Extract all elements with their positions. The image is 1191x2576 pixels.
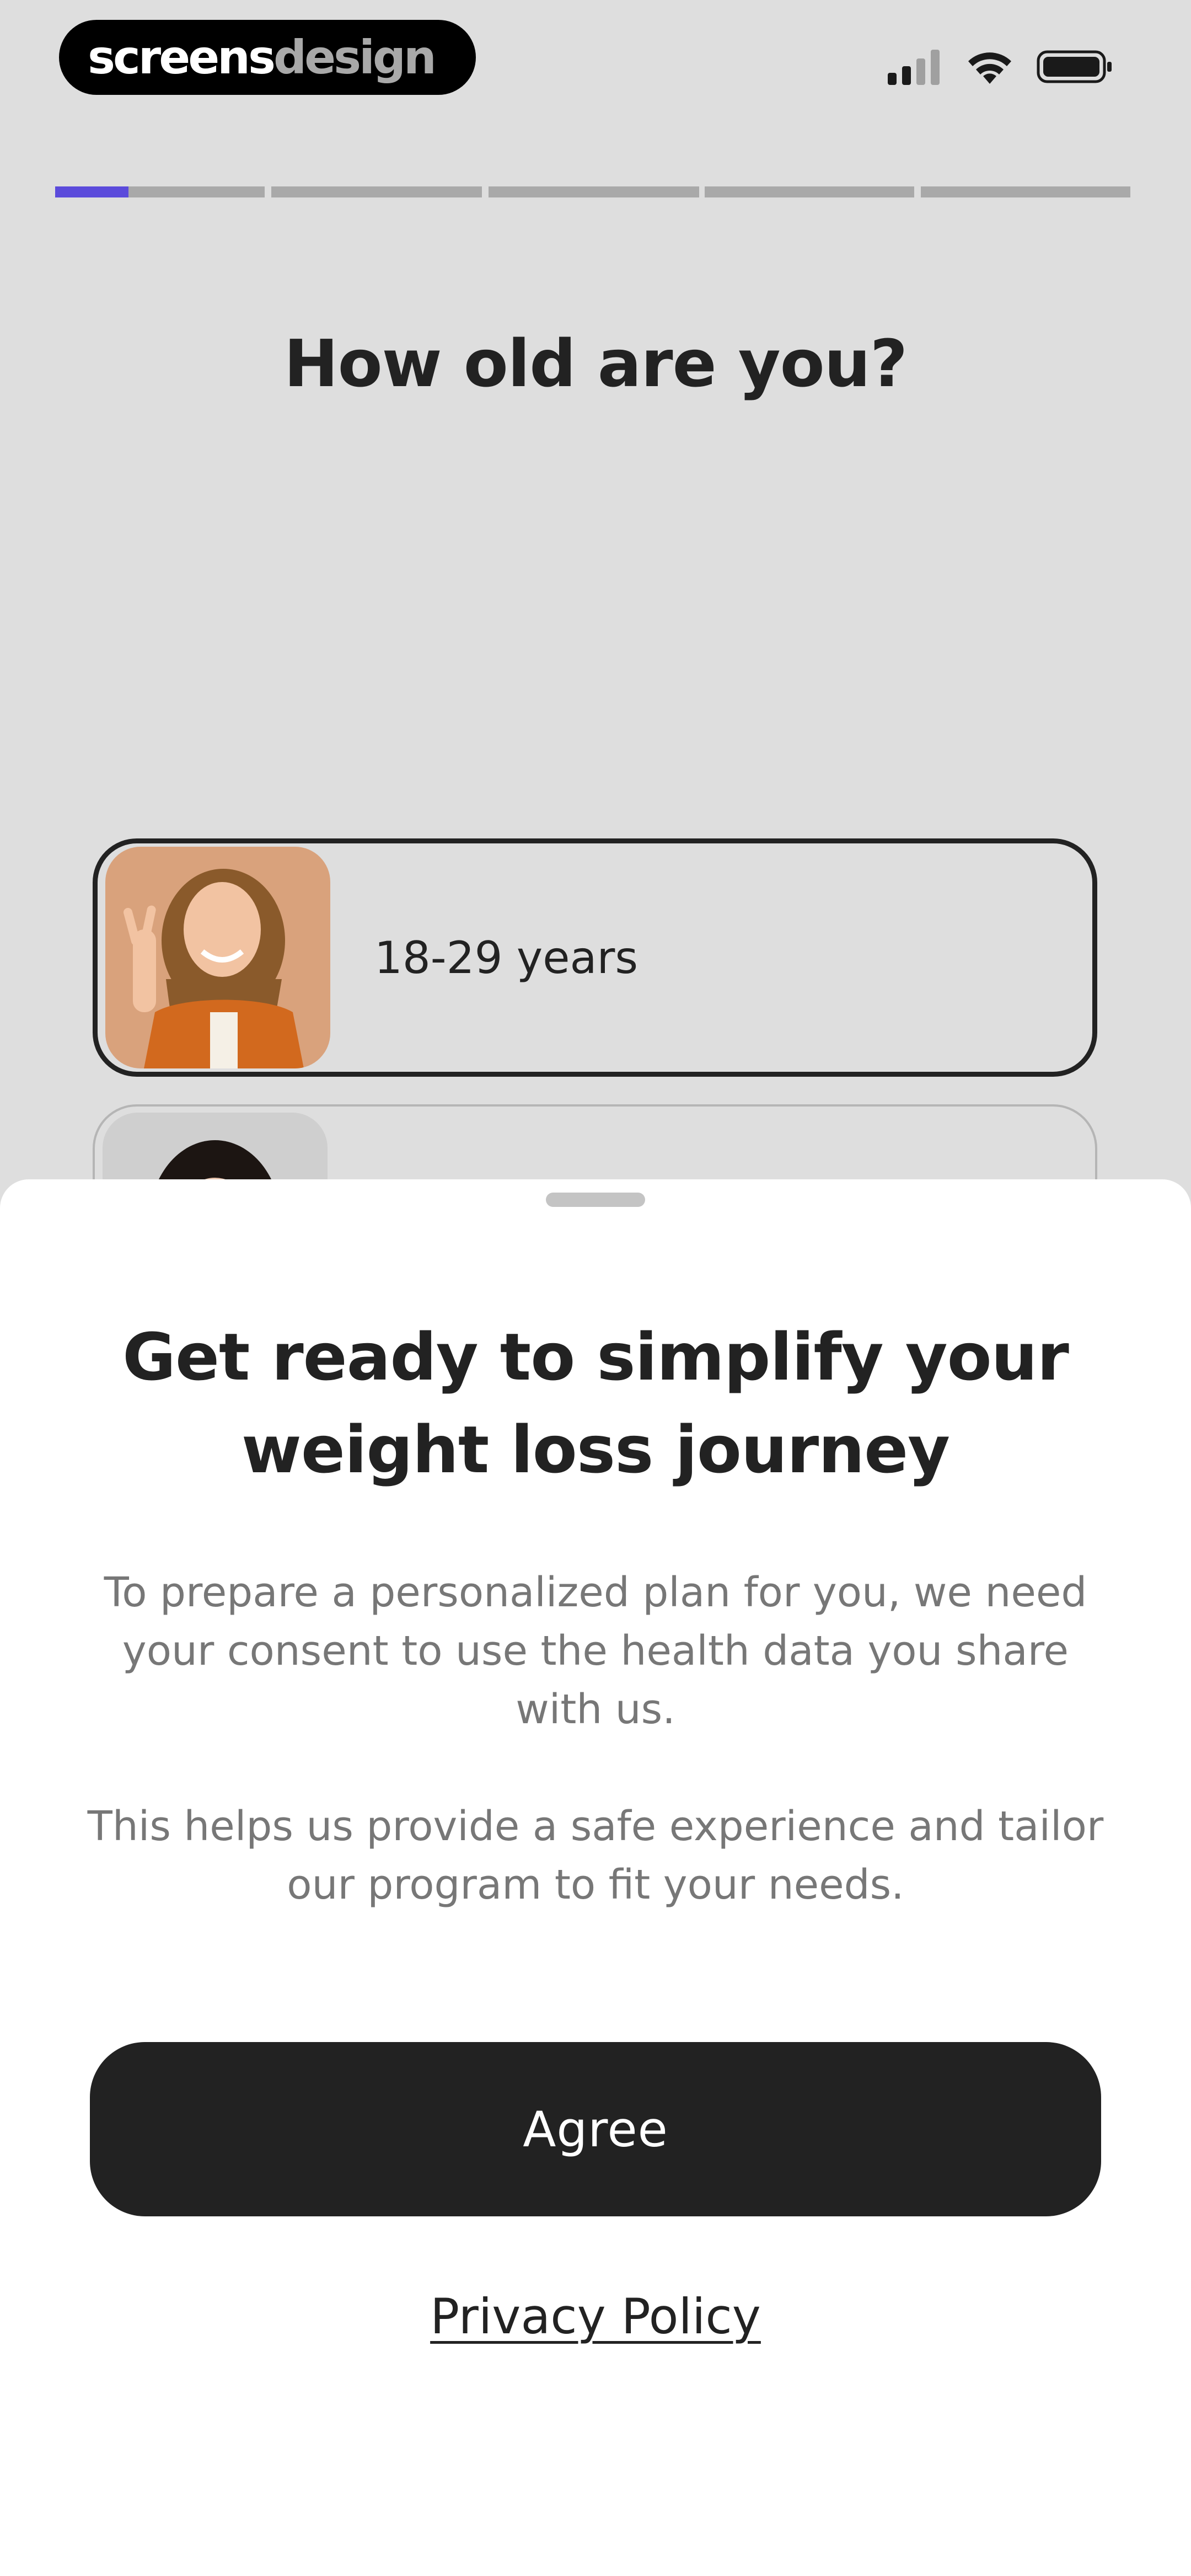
sheet-paragraph-purpose: This helps us provide a safe experience … (87, 1803, 1104, 1909)
status-icons (888, 47, 1114, 85)
progress-segment-4 (705, 186, 914, 197)
brand-logo: screens design (59, 20, 476, 95)
brand-logo-part1: screens (88, 30, 276, 84)
question-title: How old are you? (283, 325, 908, 402)
progress-segment-1-fill (55, 186, 128, 197)
onboarding-screen: screens design How old are you? 18-29 ye… (0, 0, 1191, 2576)
sheet-grabber-handle[interactable] (546, 1193, 645, 1207)
agree-button[interactable]: Agree (90, 2042, 1101, 2216)
progress-bar (55, 186, 1130, 197)
progress-segment-2 (271, 186, 482, 197)
sheet-paragraph-consent: To prepare a personalized plan for you, … (104, 1569, 1087, 1733)
progress-segment-3 (489, 186, 699, 197)
progress-segment-5 (921, 186, 1130, 197)
option-photo-young-woman (105, 847, 330, 1068)
battery-icon (1037, 50, 1112, 83)
privacy-policy-link[interactable]: Privacy Policy (0, 2288, 1191, 2345)
sheet-title: Get ready to simplify your weight loss j… (122, 1319, 1069, 1488)
progress-segment-1 (55, 186, 265, 197)
wifi-icon (968, 52, 1011, 84)
age-option-18-29[interactable]: 18-29 years (93, 838, 1097, 1077)
consent-bottom-sheet: Get ready to simplify your weight loss j… (0, 1179, 1191, 2576)
brand-logo-part2: design (273, 30, 437, 84)
option-label: 18-29 years (374, 932, 639, 984)
signal-icon (888, 50, 940, 85)
